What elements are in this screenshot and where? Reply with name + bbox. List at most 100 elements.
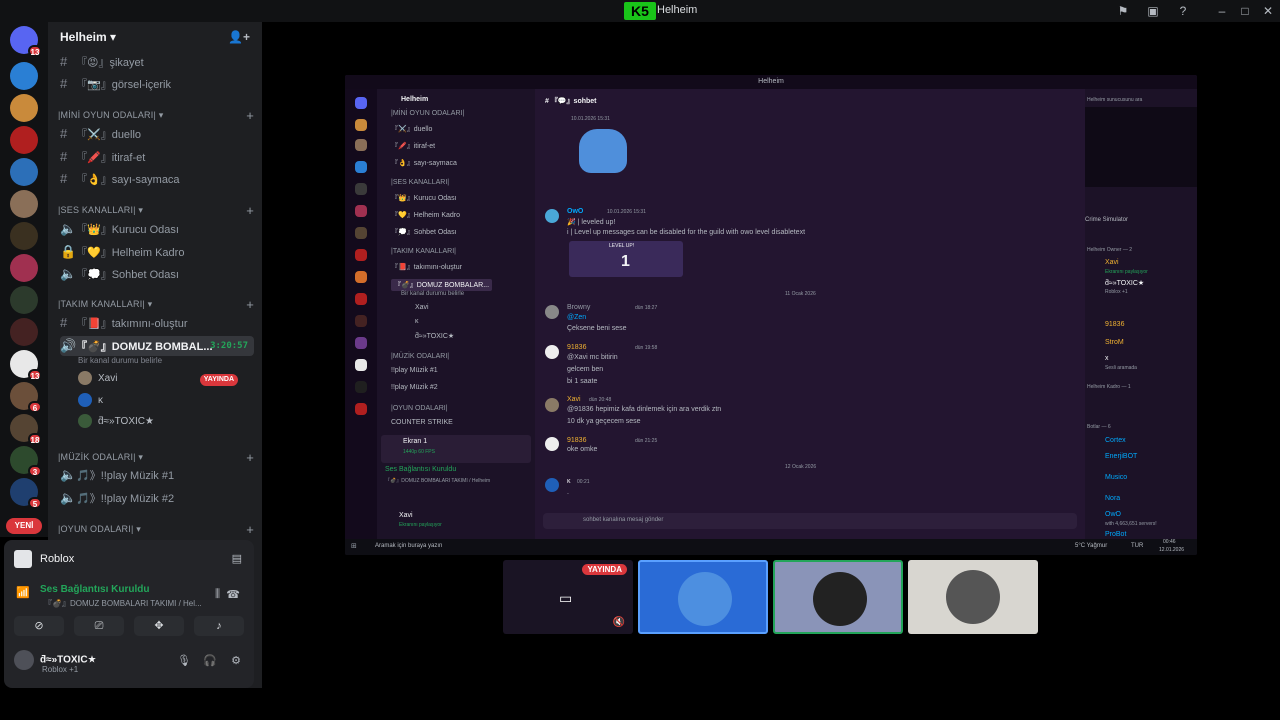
server-icon[interactable] xyxy=(10,318,38,346)
message-time: dün 19:58 xyxy=(635,345,658,351)
add-channel-icon[interactable]: + xyxy=(246,203,254,218)
voice-sohbet-odasi[interactable]: 🔈『💭』Sohbet Odası xyxy=(60,264,254,284)
member-name: Cortex xyxy=(1105,437,1126,444)
title-bar: K5 Helheim ⚑ ▣ ? – □ ✕ xyxy=(0,0,1280,22)
guild-header[interactable]: Helheim ▾ 👤+ xyxy=(48,22,262,52)
server-icon[interactable] xyxy=(10,222,38,250)
noise-suppression-icon[interactable]: ⫼ xyxy=(215,588,220,601)
server-icon[interactable] xyxy=(10,126,38,154)
disconnect-icon[interactable]: ☎ xyxy=(226,588,240,601)
stream-server-rail xyxy=(345,89,377,539)
voice-domuz-bombalari[interactable]: 🔊『💣』DOMUZ BOMBAL... 3:20:57 xyxy=(60,336,254,356)
avatar xyxy=(545,398,559,412)
windows-icon: ⊞ xyxy=(351,543,357,550)
activity-icon[interactable]: ▤ xyxy=(232,552,242,565)
member-sub: Sesli aramada xyxy=(1105,365,1137,371)
username: ƌ≈»TOXIC★ xyxy=(40,654,97,666)
server-icon[interactable]: 6 xyxy=(10,382,42,413)
activities-button[interactable]: ✥ xyxy=(134,616,184,636)
member-activity: Crime Simulator xyxy=(1085,217,1129,223)
channel-sayi-saymaca[interactable]: # 『👌』sayı-saymaca xyxy=(60,169,254,189)
server-icon[interactable]: 13 xyxy=(10,350,42,381)
add-channel-icon[interactable]: + xyxy=(246,108,254,123)
help-icon[interactable]: ? xyxy=(1175,3,1191,19)
server-icon xyxy=(355,139,367,151)
category-takim[interactable]: |TAKIM KANALLARI| ▾ + xyxy=(58,297,254,312)
add-channel-icon[interactable]: + xyxy=(246,522,254,537)
status-hint[interactable]: Bir kanal durumu belirle xyxy=(78,356,162,365)
voice-helheim-kadro[interactable]: 🔒『💛』Helheim Kadro xyxy=(60,242,254,262)
channel-sikayet[interactable]: # 『😡』şikayet xyxy=(60,52,254,72)
server-icon[interactable] xyxy=(10,286,38,314)
stream-thumbnail[interactable]: YAYINDA ▭ 🔇 xyxy=(503,560,633,634)
participant-tile[interactable] xyxy=(908,560,1038,634)
headphones-icon[interactable]: 🎧 xyxy=(202,654,218,670)
channel-takimini-olustur[interactable]: # 『📕』takımını-oluştur xyxy=(60,313,254,333)
add-channel-icon[interactable]: + xyxy=(246,450,254,465)
member-name: EnerjiBOT xyxy=(1105,453,1138,460)
home-button[interactable]: 13 xyxy=(10,26,42,57)
stream-member-list: Helheim sunucusunu ara Crime Simulator H… xyxy=(1085,89,1197,539)
server-icon[interactable] xyxy=(10,158,38,186)
stream-channel-sidebar: Helheim |MİNİ OYUN ODALARI| 『⚔️』duello 『… xyxy=(377,89,535,539)
category-muzik[interactable]: |MÜZİK ODALARI| ▾ + xyxy=(58,450,254,465)
message-text: Çeksene beni sese xyxy=(567,325,627,332)
inbox-icon[interactable]: ▣ xyxy=(1145,3,1161,19)
flag-icon[interactable]: ⚑ xyxy=(1115,3,1131,19)
category-label: |SES KANALLARI| xyxy=(58,205,136,215)
mute-icon[interactable]: 🔇 xyxy=(613,617,625,628)
soundboard-button[interactable]: ♪ xyxy=(194,616,244,636)
taskbar-weather: 5°C Yağmur xyxy=(1075,543,1108,549)
stream-channel: 『📕』takımını-oluştur xyxy=(391,264,462,271)
message-time: 10.01.2026 15:31 xyxy=(607,209,646,215)
server-icon[interactable] xyxy=(10,62,38,90)
voice-member[interactable]: Xavi YAYINDA xyxy=(78,369,248,389)
notification-badge: 18 xyxy=(28,433,42,445)
add-channel-icon[interactable]: + xyxy=(246,297,254,312)
server-icon[interactable]: 18 xyxy=(10,414,42,445)
screen-share-stream[interactable]: Helheim Helheim |MİNİ OYUN ODALARI| 『⚔️』… xyxy=(345,75,1197,555)
server-icon[interactable] xyxy=(10,190,38,218)
voice-member[interactable]: ƌ≈»TOXIC★ xyxy=(78,412,154,432)
message-text: gelcem ben xyxy=(567,366,604,373)
member-name: x xyxy=(1105,355,1109,362)
notification-badge: 5 xyxy=(28,497,42,509)
activity-game[interactable]: Roblox xyxy=(14,550,74,568)
voice-kurucu-odasi[interactable]: 🔈『👑』Kurucu Odası xyxy=(60,219,254,239)
category-oyun[interactable]: |OYUN ODALARI| ▾ + xyxy=(58,522,254,537)
voice-channel[interactable]: 『💣』DOMUZ BOMBALARI TAKIMI / Hel... xyxy=(44,598,202,609)
close-icon[interactable]: ✕ xyxy=(1260,3,1276,19)
server-icon[interactable]: 5 xyxy=(10,478,42,509)
participant-tile[interactable] xyxy=(773,560,903,634)
member-name: ƌ≈»TOXIC★ xyxy=(98,416,154,427)
channel-label: 『👌』sayı-saymaca xyxy=(76,174,180,186)
category-ses[interactable]: |SES KANALLARI| ▾ + xyxy=(58,203,254,218)
minimize-icon[interactable]: – xyxy=(1214,3,1230,19)
member-name: 91836 xyxy=(1105,321,1125,328)
voice-status[interactable]: Ses Bağlantısı Kuruldu xyxy=(40,584,149,595)
voice-muzik-1[interactable]: 🔈🎵》!!play Müzik #1 xyxy=(60,465,254,485)
screen-icon: ▭ xyxy=(559,590,573,606)
channel-itiraf-et[interactable]: # 『🖍️』itiraf-et xyxy=(60,147,254,167)
invite-icon[interactable]: 👤+ xyxy=(228,30,250,44)
category-label: |TAKIM KANALLARI| xyxy=(58,299,145,309)
microphone-icon[interactable]: 🎙 xyxy=(176,654,192,670)
participant-tile[interactable] xyxy=(638,560,768,634)
camera-off-button[interactable]: ⊘ xyxy=(14,616,64,636)
stream-voice-channel: 『💣』DOMUZ BOMBALARI TAKIMI / Helheim xyxy=(385,478,491,484)
stream-channel: 『💛』Helheim Kadro xyxy=(391,212,461,219)
window-title: Helheim xyxy=(657,4,698,16)
server-icon[interactable] xyxy=(10,254,38,282)
maximize-icon[interactable]: □ xyxy=(1237,3,1253,19)
channel-gorsel-icerik[interactable]: # 『📷』görsel-içerik xyxy=(60,74,254,94)
voice-muzik-2[interactable]: 🔈🎵》!!play Müzik #2 xyxy=(60,488,254,508)
channel-duello[interactable]: # 『⚔️』duello xyxy=(60,124,254,144)
voice-member[interactable]: ĸ xyxy=(78,391,103,411)
screen-share-button[interactable]: ⎚ xyxy=(74,616,124,636)
avatar xyxy=(78,414,92,429)
settings-gear-icon[interactable]: ⚙ xyxy=(228,654,244,670)
server-icon[interactable]: 3 xyxy=(10,446,42,477)
server-icon[interactable] xyxy=(10,94,38,122)
channel-label: 『💣』DOMUZ BOMBAL... xyxy=(76,341,213,353)
category-mini-oyun[interactable]: |MİNİ OYUN ODALARI| ▾ + xyxy=(58,108,254,123)
